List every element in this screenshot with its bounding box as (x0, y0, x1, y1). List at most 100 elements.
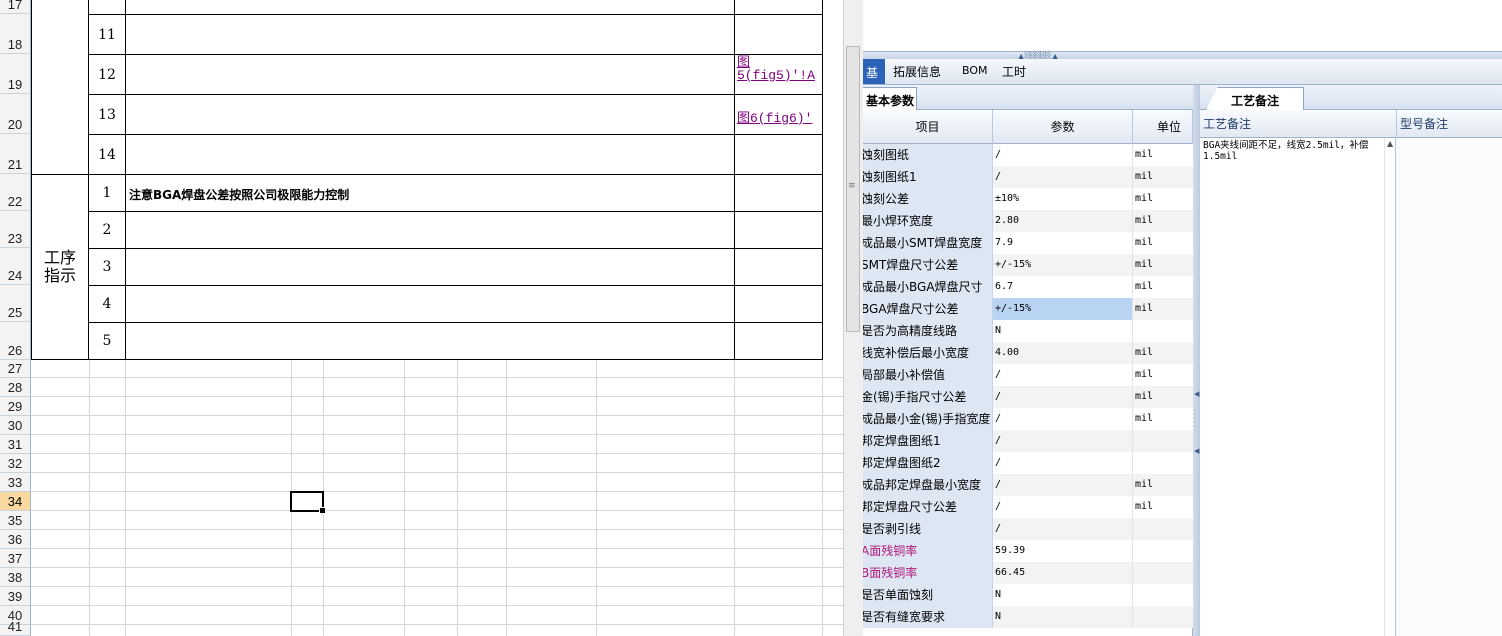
process-note-field[interactable]: BGA夹线间距不足，线宽2.5mil，补偿1.5mil ▲ (1200, 138, 1396, 636)
param-value-field[interactable]: / (993, 474, 1133, 496)
param-value-field[interactable]: 66.45 (993, 562, 1133, 584)
row-header-24[interactable]: 24 (0, 248, 31, 285)
param-row[interactable]: 是否为高精度线路 N (863, 320, 1193, 342)
tab-basic[interactable]: 基 (863, 59, 885, 84)
param-value-field[interactable]: 4.00 (993, 342, 1133, 364)
tab-basic-params[interactable]: 基本参数 (863, 87, 917, 110)
param-value-field[interactable]: / (993, 166, 1133, 188)
row-header-18[interactable]: 18 (0, 14, 31, 54)
row-header-28[interactable]: 28 (0, 378, 31, 397)
column-header-model-note[interactable]: 型号备注 (1397, 110, 1502, 138)
row-header-21[interactable]: 21 (0, 134, 31, 174)
param-row[interactable]: BGA焊盘尺寸公差 +/-15% mil (863, 298, 1193, 320)
param-value-field[interactable]: 59.39 (993, 540, 1133, 562)
row-header-38[interactable]: 38 (0, 568, 31, 587)
param-row[interactable]: A面残铜率 59.39 (863, 540, 1193, 562)
param-row[interactable]: 线宽补偿后最小宽度 4.00 mil (863, 342, 1193, 364)
param-row[interactable]: 蚀刻公差 ±10% mil (863, 188, 1193, 210)
tab-process-notes[interactable]: 工艺备注 (1206, 87, 1304, 110)
param-row[interactable]: 邦定焊盘图纸2/ (863, 452, 1193, 474)
row-header-29[interactable]: 29 (0, 397, 31, 416)
collapse-left-icon[interactable]: ◀ (1194, 390, 1199, 398)
spreadsheet[interactable]: 17 18 19 20 21 22 23 24 25 26 27 28 29 30 31 32 33 34 35 36… (0, 0, 844, 636)
row-header-30[interactable]: 30 (0, 416, 31, 435)
hyperlink-fig6[interactable]: 图6(fig6)' (737, 107, 812, 126)
row-header-25[interactable]: 25 (0, 285, 31, 322)
column-header-process-note[interactable]: 工艺备注 (1200, 110, 1397, 138)
row-header-26[interactable]: 26 (0, 322, 31, 360)
row-header-34[interactable]: 34 (0, 492, 31, 511)
param-value-field[interactable]: / (993, 518, 1133, 540)
param-unit: mil (1133, 408, 1193, 430)
param-row[interactable]: 局部最小补偿值 / mil (863, 364, 1193, 386)
param-value-field[interactable]: / (993, 430, 1133, 452)
param-row[interactable]: 最小焊环宽度 2.80 mil (863, 210, 1193, 232)
param-row[interactable]: SMT焊盘尺寸公差 +/-15% mil (863, 254, 1193, 276)
horizontal-splitter[interactable] (863, 52, 1502, 59)
row-header-32[interactable]: 32 (0, 454, 31, 473)
row-header-19[interactable]: 19 (0, 54, 31, 94)
param-row[interactable]: 是否有缝宽要求 N (863, 606, 1193, 628)
tab-bom[interactable]: BOM (962, 64, 988, 77)
gridline-row (31, 472, 844, 473)
param-value-field[interactable]: / (993, 408, 1133, 430)
param-value-field[interactable]: / (993, 452, 1133, 474)
param-value-field[interactable]: N (993, 584, 1133, 606)
param-value-field[interactable]: / (993, 496, 1133, 518)
param-row[interactable]: 成品最小BGA焊盘尺寸 6.7 mil (863, 276, 1193, 298)
param-row[interactable]: 邦定焊盘图纸1/ (863, 430, 1193, 452)
row-header-27[interactable]: 27 (0, 360, 31, 378)
process-note-scrollbar[interactable]: ▲ (1384, 138, 1396, 636)
param-row[interactable]: 成品最小SMT焊盘宽度 7.9 mil (863, 232, 1193, 254)
row-header-20[interactable]: 20 (0, 94, 31, 134)
row-header-37[interactable]: 37 (0, 549, 31, 568)
param-row[interactable]: 金(锡)手指尺寸公差 / mil (863, 386, 1193, 408)
param-row[interactable]: B面残铜率 66.45 (863, 562, 1193, 584)
collapse-right-icon[interactable]: ◀ (1194, 447, 1199, 455)
param-value-field[interactable]: +/-15% (993, 254, 1133, 276)
column-header-item[interactable]: 项目 (863, 110, 993, 144)
row-header-22[interactable]: 22 (0, 174, 31, 211)
row-header-33[interactable]: 33 (0, 473, 31, 492)
param-value-field[interactable]: 6.7 (993, 276, 1133, 298)
param-value-field[interactable]: ±10% (993, 188, 1133, 210)
param-row[interactable]: 蚀刻图纸1/mil (863, 166, 1193, 188)
gridline-col (506, 360, 507, 636)
param-value-field[interactable]: +/-15% (993, 298, 1133, 320)
param-value-field[interactable]: 2.80 (993, 210, 1133, 232)
param-value-field[interactable]: N (993, 606, 1133, 628)
param-row[interactable]: 蚀刻图纸 / mil (863, 144, 1193, 166)
model-note-field[interactable] (1397, 138, 1502, 636)
param-row[interactable]: 是否剥引线 / (863, 518, 1193, 540)
row-header-39[interactable]: 39 (0, 587, 31, 606)
param-value-field[interactable]: N (993, 320, 1133, 342)
param-row[interactable]: 邦定焊盘尺寸公差 / mil (863, 496, 1193, 518)
param-unit: mil (1133, 364, 1193, 386)
tab-extended-info[interactable]: 拓展信息 (893, 63, 941, 80)
gridline-col (457, 360, 458, 636)
row-header-36[interactable]: 36 (0, 530, 31, 549)
selected-cell[interactable] (290, 491, 326, 514)
param-row[interactable]: 成品邦定焊盘最小宽度 / mil (863, 474, 1193, 496)
scroll-up-icon[interactable]: ▲ (1387, 139, 1393, 148)
column-header-unit[interactable]: 单位 (1133, 110, 1193, 144)
vertical-splitter[interactable]: ◀ · · · · · · ◀ (1193, 85, 1200, 636)
gridline-row (31, 434, 844, 435)
process-note-cell[interactable]: 注意BGA焊盘公差按照公司极限能力控制 (129, 186, 349, 203)
param-value-field[interactable]: 7.9 (993, 232, 1133, 254)
param-value-field[interactable]: / (993, 386, 1133, 408)
hyperlink-fig5[interactable]: 5(fig5)'!A (737, 68, 815, 83)
param-unit: mil (1133, 276, 1193, 298)
tab-work-hours[interactable]: 工时 (1002, 63, 1026, 80)
row-header-31[interactable]: 31 (0, 435, 31, 454)
row-header-23[interactable]: 23 (0, 211, 31, 248)
row-header-17[interactable]: 17 (0, 0, 31, 14)
param-value-field[interactable]: / (993, 364, 1133, 386)
row-header-41[interactable]: 41 (0, 619, 31, 636)
param-value-field[interactable]: / (993, 144, 1133, 166)
row-header-35[interactable]: 35 (0, 511, 31, 530)
param-row[interactable]: 成品最小金(锡)手指宽度 / mil (863, 408, 1193, 430)
param-row[interactable]: 是否单面蚀刻 N (863, 584, 1193, 606)
vertical-scrollbar[interactable] (843, 0, 863, 636)
column-header-param[interactable]: 参数 (993, 110, 1133, 144)
